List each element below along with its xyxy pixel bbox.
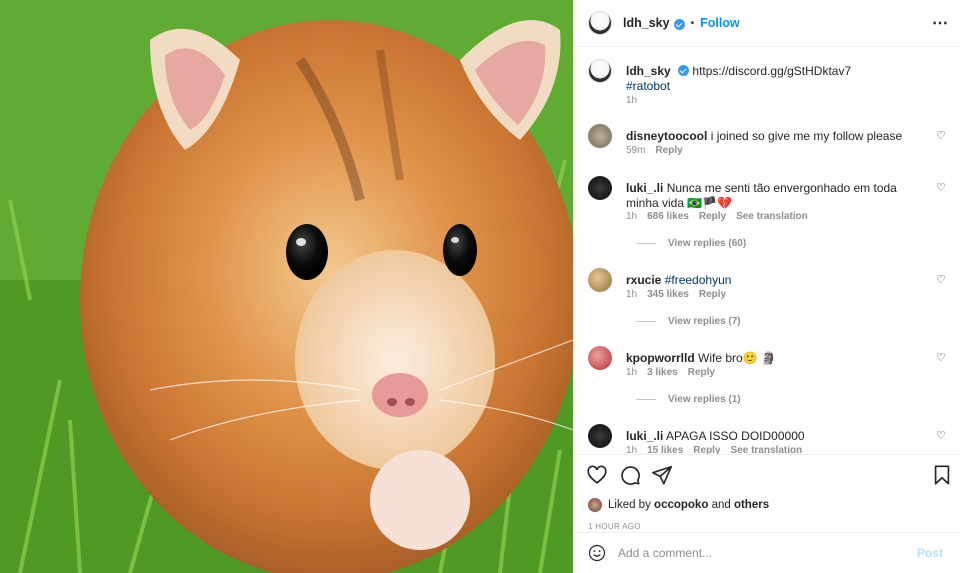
comment-input[interactable]	[618, 546, 898, 560]
follow-button[interactable]: Follow	[700, 16, 740, 30]
comment-meta: 1h 3 likes Reply	[626, 367, 715, 378]
post-actions: Liked by occopoko and others 1 HOUR AGO	[574, 454, 960, 532]
author-avatar[interactable]	[588, 59, 612, 83]
reply-button[interactable]: Reply	[655, 145, 682, 156]
reply-button[interactable]: Reply	[699, 211, 726, 222]
comment-likes[interactable]: 15 likes	[647, 445, 683, 454]
comment-username[interactable]: kpopworrlld	[626, 351, 695, 365]
comment-avatar[interactable]	[588, 424, 612, 448]
liked-prefix: Liked by	[608, 499, 651, 511]
comments-list[interactable]: ldh_sky https://discord.gg/gStHDktav7 #r…	[574, 47, 960, 454]
liked-and: and	[711, 499, 731, 511]
comment-username[interactable]: disneytoocool	[626, 129, 707, 143]
comment-body: Wife bro🙂 🗿	[698, 351, 776, 365]
author-avatar[interactable]	[588, 11, 612, 35]
post-side-panel: ldh_sky • Follow ⋯ ldh_sky https://disco…	[573, 0, 960, 573]
view-replies-button[interactable]: View replies (1)	[636, 394, 741, 405]
comment-text: luki_.li APAGA ISSO DOID00000	[626, 429, 916, 444]
comment-text: rxucie #freedohyun	[626, 273, 916, 288]
comment-time: 1h	[626, 445, 638, 454]
comment-meta: 59m Reply	[626, 145, 683, 156]
comment-likes[interactable]: 345 likes	[647, 289, 689, 300]
comment-avatar[interactable]	[588, 268, 612, 292]
reply-button[interactable]: Reply	[699, 289, 726, 300]
comment-body: Nunca me senti tão envergonhado em toda …	[626, 181, 897, 210]
view-replies-label[interactable]: View replies (1)	[668, 394, 741, 405]
post-time: 1 HOUR AGO	[588, 522, 641, 531]
comment-avatar[interactable]	[588, 176, 612, 200]
view-replies-label[interactable]: View replies (60)	[668, 238, 746, 249]
reply-button[interactable]: Reply	[688, 367, 715, 378]
comment-meta: 1h 345 likes Reply	[626, 289, 726, 300]
comment-avatar[interactable]	[588, 346, 612, 370]
see-translation-button[interactable]: See translation	[736, 211, 808, 222]
verified-icon	[673, 18, 685, 30]
separator-dot: •	[690, 17, 695, 29]
comment-body: APAGA ISSO DOID00000	[666, 429, 805, 443]
comment-body: i joined so give me my follow please	[710, 129, 903, 143]
caption-text: ldh_sky https://discord.gg/gStHDktav7 #r…	[626, 64, 916, 94]
comment-time: 1h	[626, 367, 638, 378]
comment-bar: Post	[574, 532, 960, 573]
verified-icon	[678, 65, 690, 76]
heart-icon[interactable]: ♡	[936, 131, 946, 142]
post-header: ldh_sky • Follow ⋯	[574, 0, 960, 47]
comment-likes[interactable]: 3 likes	[647, 367, 678, 378]
heart-icon[interactable]: ♡	[936, 183, 946, 194]
emoji-icon[interactable]	[588, 544, 606, 562]
share-icon[interactable]	[651, 464, 673, 486]
comment-icon[interactable]	[619, 464, 641, 486]
comment-text: kpopworrlld Wife bro🙂 🗿	[626, 351, 916, 366]
comment-username[interactable]: luki_.li	[626, 181, 663, 195]
caption-time: 1h	[626, 95, 638, 106]
post-image[interactable]	[0, 0, 573, 573]
replies-line	[636, 321, 656, 322]
comment-text: luki_.li Nunca me senti tão envergonhado…	[626, 181, 916, 211]
comment-text: disneytoocool i joined so give me my fol…	[626, 129, 916, 144]
comment-likes[interactable]: 686 likes	[647, 211, 689, 222]
liker-username[interactable]: occopoko	[654, 499, 708, 511]
replies-line	[636, 399, 656, 400]
comment-time: 1h	[626, 211, 638, 222]
liker-avatar[interactable]	[588, 498, 602, 512]
comment-meta: 1h 15 likes Reply See translation	[626, 445, 802, 454]
caption-username[interactable]: ldh_sky	[626, 64, 671, 78]
heart-icon[interactable]: ♡	[936, 353, 946, 364]
more-icon[interactable]: ⋯	[932, 13, 949, 33]
comment-body[interactable]: #freedohyun	[665, 273, 732, 287]
caption-link[interactable]: https://discord.gg/gStHDktav7	[692, 64, 851, 78]
view-replies-button[interactable]: View replies (7)	[636, 316, 741, 327]
author-username[interactable]: ldh_sky	[623, 16, 670, 30]
comment-time: 1h	[626, 289, 638, 300]
comment-username[interactable]: rxucie	[626, 273, 661, 287]
heart-icon[interactable]: ♡	[936, 431, 946, 442]
comment-meta: 1h 686 likes Reply See translation	[626, 211, 808, 222]
comment-avatar[interactable]	[588, 124, 612, 148]
comment-time: 59m	[626, 145, 646, 156]
bookmark-icon[interactable]	[931, 464, 953, 486]
view-replies-label[interactable]: View replies (7)	[668, 316, 741, 327]
caption-hashtag[interactable]: #ratobot	[626, 79, 670, 93]
hamster-photo	[0, 0, 573, 573]
liked-by: Liked by occopoko and others	[588, 498, 769, 512]
post-button[interactable]: Post	[917, 546, 943, 560]
see-translation-button[interactable]: See translation	[731, 445, 803, 454]
liked-others-link[interactable]: others	[734, 499, 769, 511]
replies-line	[636, 243, 656, 244]
view-replies-button[interactable]: View replies (60)	[636, 238, 746, 249]
heart-icon[interactable]	[586, 464, 608, 486]
reply-button[interactable]: Reply	[693, 445, 720, 454]
heart-icon[interactable]: ♡	[936, 275, 946, 286]
comment-username[interactable]: luki_.li	[626, 429, 663, 443]
